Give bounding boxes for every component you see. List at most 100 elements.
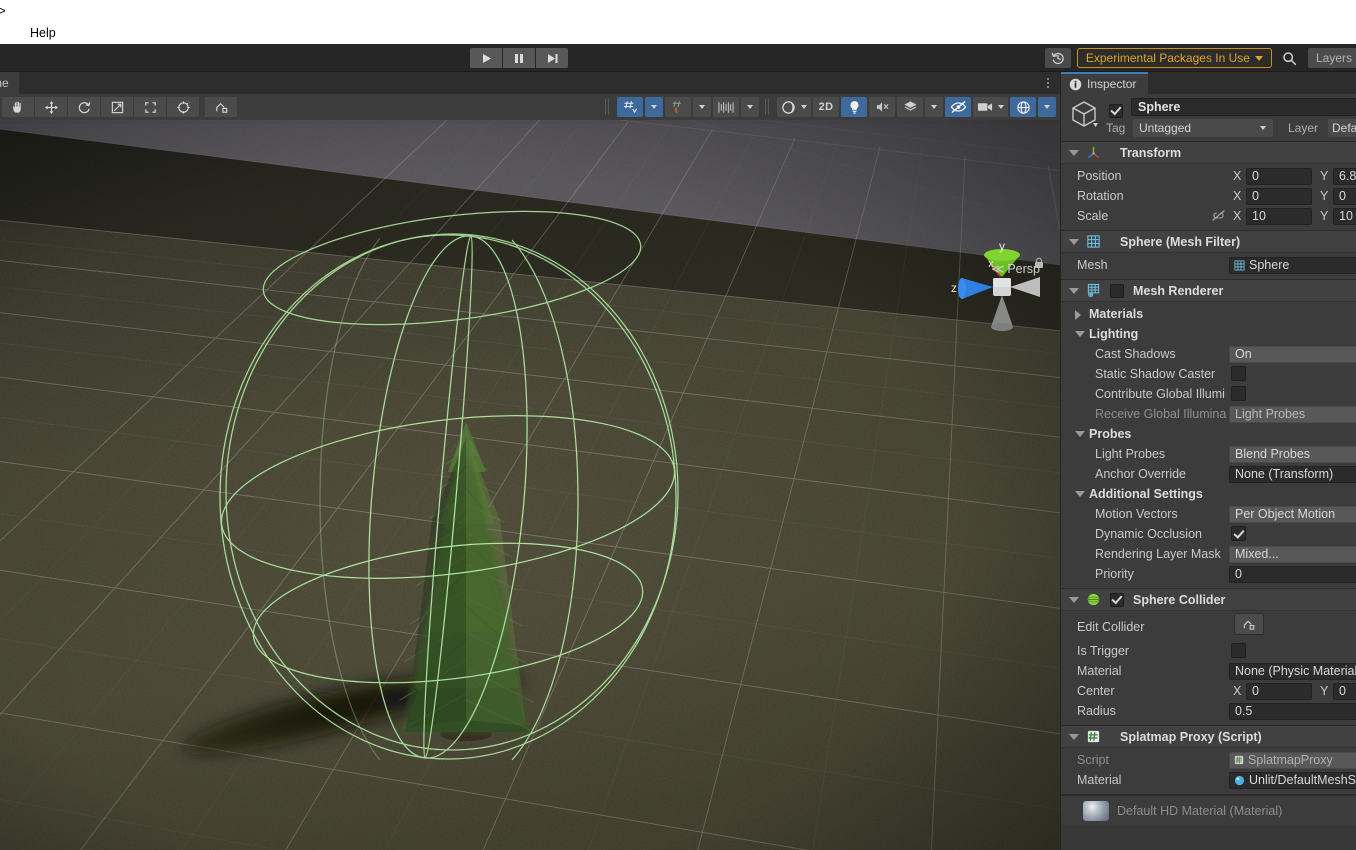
- dynamic-occlusion-checkbox[interactable]: [1231, 526, 1246, 541]
- play-button[interactable]: [470, 48, 502, 68]
- component-header-mesh-renderer[interactable]: Mesh Renderer: [1061, 280, 1356, 302]
- menu-item-help[interactable]: Help: [30, 22, 56, 44]
- scene-tab[interactable]: me: [0, 72, 19, 94]
- row-label: Material: [1077, 773, 1122, 787]
- foldout-arrow-icon[interactable]: [1075, 310, 1081, 320]
- material-preview-footer[interactable]: Default HD Material (Material): [1061, 795, 1356, 825]
- camera-settings-button[interactable]: [973, 97, 1008, 117]
- fx-toggle-button[interactable]: [897, 97, 923, 117]
- playmode-controls: [470, 48, 568, 68]
- rect-transform-icon: [143, 100, 158, 115]
- cast-shadows-dropdown[interactable]: On: [1229, 345, 1356, 363]
- rotation-x-field[interactable]: 0: [1246, 187, 1312, 205]
- chevron-down-icon: [1260, 126, 1266, 130]
- mesh-object-field[interactable]: Sphere: [1229, 256, 1356, 274]
- rect-tool-button[interactable]: [134, 97, 166, 117]
- gameobject-name-field[interactable]: Sphere: [1131, 98, 1356, 116]
- scale-x-field[interactable]: 10: [1246, 207, 1312, 225]
- component-header-sphere-collider[interactable]: Sphere Collider: [1061, 589, 1356, 611]
- custom-editor-tool-button[interactable]: [205, 97, 237, 117]
- rotation-y-field[interactable]: 0: [1333, 187, 1356, 205]
- anchor-override-field[interactable]: None (Transform): [1229, 465, 1356, 483]
- axis-label-x: X: [1233, 684, 1242, 698]
- foldout-arrow-icon[interactable]: [1075, 331, 1085, 337]
- step-button[interactable]: [536, 48, 568, 68]
- center-y-field[interactable]: 0: [1333, 682, 1356, 700]
- move-tool-button[interactable]: [35, 97, 67, 117]
- scene-lighting-toggle[interactable]: [841, 97, 867, 117]
- sphere-collider-enabled-checkbox[interactable]: [1110, 592, 1124, 607]
- layer-label: Layer: [1288, 121, 1319, 135]
- rotate-tool-button[interactable]: [68, 97, 100, 117]
- gameobject-enabled-checkbox[interactable]: [1109, 104, 1123, 119]
- axis-label-x: X: [1233, 209, 1242, 223]
- script-material-field[interactable]: Unlit/DefaultMeshS: [1229, 771, 1356, 789]
- grid-snap-button[interactable]: [617, 97, 643, 117]
- draw-mode-button[interactable]: [777, 97, 811, 117]
- physic-material-field[interactable]: None (Physic Material: [1229, 662, 1356, 680]
- edit-collider-button[interactable]: [1234, 613, 1264, 635]
- gizmos-toggle-button[interactable]: [1010, 97, 1036, 117]
- scale-tool-button[interactable]: [101, 97, 133, 117]
- foldout-arrow-icon[interactable]: [1075, 491, 1085, 497]
- experimental-packages-dropdown[interactable]: Experimental Packages In Use: [1076, 48, 1272, 68]
- scene-audio-toggle[interactable]: [869, 97, 895, 117]
- foldout-arrow-icon[interactable]: [1069, 596, 1079, 603]
- center-x-field[interactable]: 0: [1246, 682, 1312, 700]
- position-x-field[interactable]: 0: [1246, 167, 1312, 185]
- tab-inspector[interactable]: Inspector: [1061, 72, 1149, 94]
- group-additional-settings[interactable]: Additional Settings: [1061, 484, 1356, 504]
- rendering-layer-mask-dropdown[interactable]: Mixed...: [1229, 545, 1356, 563]
- priority-field[interactable]: 0: [1229, 565, 1356, 583]
- snap-increment-button[interactable]: [665, 97, 691, 117]
- kebab-menu-icon[interactable]: [1042, 76, 1054, 90]
- grid-visibility-button[interactable]: [713, 97, 739, 117]
- mesh-renderer-enabled-checkbox[interactable]: [1110, 283, 1124, 298]
- grid-axis-icon: [718, 101, 734, 114]
- group-materials[interactable]: Materials: [1061, 304, 1356, 324]
- hand-tool-button[interactable]: [2, 97, 34, 117]
- position-y-field[interactable]: 6.89: [1333, 167, 1356, 185]
- tag-dropdown[interactable]: Untagged: [1133, 119, 1273, 137]
- foldout-arrow-icon[interactable]: [1069, 733, 1079, 740]
- component-header-transform[interactable]: Transform: [1061, 142, 1356, 164]
- static-shadow-caster-checkbox[interactable]: [1231, 366, 1246, 381]
- fx-dropdown[interactable]: [925, 97, 943, 117]
- snap-increment-dropdown[interactable]: [693, 97, 711, 117]
- undo-history-button[interactable]: [1044, 48, 1071, 68]
- checkbox: [1109, 104, 1123, 118]
- contribute-gi-checkbox[interactable]: [1231, 386, 1246, 401]
- is-trigger-checkbox[interactable]: [1231, 643, 1246, 658]
- pause-button[interactable]: [503, 48, 535, 68]
- grid-snap-dropdown[interactable]: [645, 97, 663, 117]
- component-header-mesh-filter[interactable]: Sphere (Mesh Filter): [1061, 231, 1356, 253]
- gizmos-dropdown[interactable]: [1038, 97, 1056, 117]
- foldout-arrow-icon[interactable]: [1069, 238, 1079, 245]
- component-header-splatmap-proxy[interactable]: Splatmap Proxy (Script): [1061, 726, 1356, 748]
- light-probes-dropdown[interactable]: Blend Probes: [1229, 445, 1356, 463]
- group-label: Materials: [1089, 307, 1144, 321]
- search-button[interactable]: [1278, 48, 1302, 68]
- layers-dropdown[interactable]: Layers: [1307, 48, 1356, 68]
- radius-field[interactable]: 0.5: [1229, 702, 1356, 720]
- tag-value: Untagged: [1139, 121, 1192, 135]
- component-mesh-filter: Sphere (Mesh Filter) Mesh Sphere: [1061, 231, 1356, 280]
- motion-vectors-dropdown[interactable]: Per Object Motion: [1229, 505, 1356, 523]
- grid-visibility-dropdown[interactable]: [741, 97, 759, 117]
- group-lighting[interactable]: Lighting: [1061, 324, 1356, 344]
- foldout-arrow-icon[interactable]: [1075, 431, 1085, 437]
- transform-tool-button[interactable]: [167, 97, 199, 117]
- row-label: Motion Vectors: [1095, 507, 1178, 521]
- layer-dropdown[interactable]: Defa: [1328, 119, 1356, 137]
- scale-y-field[interactable]: 10: [1333, 207, 1356, 225]
- field-light-probes: Light Probes Blend Probes: [1061, 444, 1356, 464]
- 2d-toggle-button[interactable]: 2D: [813, 97, 839, 117]
- scene-viewport[interactable]: y x z ≪ Persp: [0, 120, 1060, 850]
- foldout-arrow-icon[interactable]: [1069, 149, 1079, 156]
- hidden-objects-toggle[interactable]: [945, 97, 971, 117]
- group-probes[interactable]: Probes: [1061, 424, 1356, 444]
- constrain-proportions-off-icon[interactable]: [1211, 209, 1226, 222]
- foldout-arrow-icon[interactable]: [1069, 287, 1079, 294]
- projection-mode-label[interactable]: ≪ Persp: [991, 261, 1040, 276]
- step-icon: [547, 53, 558, 64]
